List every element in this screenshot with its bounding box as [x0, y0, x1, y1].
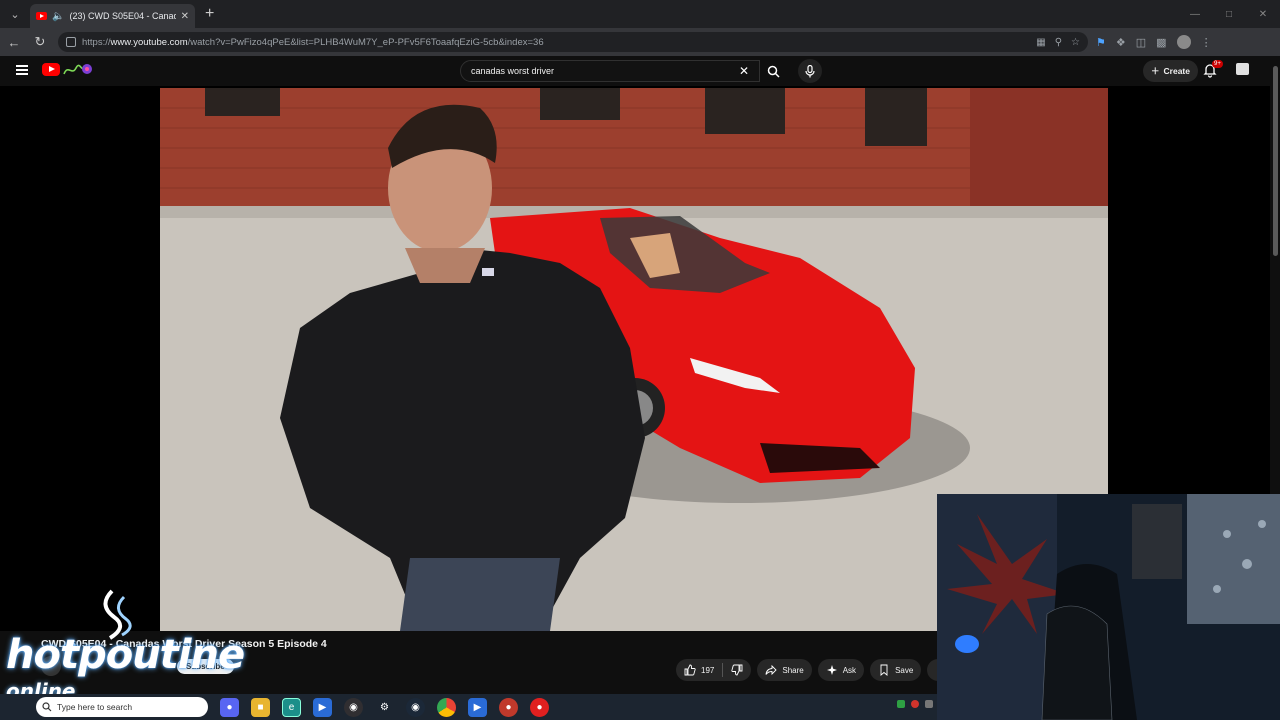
system-tray [897, 700, 933, 708]
media-app-icon[interactable]: ▶ [468, 697, 487, 717]
ask-label: Ask [842, 665, 857, 675]
share-label: Share [782, 665, 804, 675]
browser-toolbar: ← ↻ https://www.youtube.com/watch?v=PwFi… [0, 28, 1280, 56]
tray-green-icon[interactable] [897, 700, 905, 708]
webcam-overlay [937, 494, 1280, 720]
chrome-icon[interactable] [437, 697, 456, 717]
screen: ⌄ 🔈 (23) CWD S05E04 - Canada's W ✕ + — □… [0, 0, 1280, 720]
youtube-header: canadas worst driver ✕ ＋ Create 9+ [0, 56, 1280, 86]
maximize-icon[interactable]: □ [1212, 0, 1246, 28]
like-dislike-pill: 197 [676, 659, 752, 681]
steam-icon[interactable]: ◉ [406, 697, 425, 717]
tray-red-icon[interactable] [911, 700, 919, 708]
site-info-icon[interactable] [66, 37, 76, 47]
search-input[interactable]: canadas worst driver ✕ [460, 60, 760, 82]
share-arrow-icon [765, 664, 777, 676]
new-tab-button[interactable]: + [205, 5, 214, 23]
share-button[interactable]: Share [757, 659, 812, 681]
url-host: www.youtube.com [110, 36, 188, 48]
file-explorer-icon[interactable]: ■ [251, 697, 270, 717]
scrollbar-thumb[interactable] [1273, 66, 1278, 256]
search-button[interactable] [758, 60, 788, 82]
youtube-logo-icon[interactable] [42, 63, 60, 76]
tray-gray-icon[interactable] [925, 700, 933, 708]
discord-icon[interactable]: ● [220, 697, 239, 717]
extension-icon[interactable]: ⚑ [1096, 36, 1106, 49]
ask-button[interactable]: Ask [817, 659, 865, 681]
url-prefix: https:// [82, 36, 111, 48]
reload-icon[interactable]: ↻ [28, 30, 52, 54]
save-button[interactable]: Save [870, 659, 922, 681]
dislike-button[interactable] [723, 659, 751, 681]
collections-icon[interactable]: ▩ [1156, 36, 1166, 49]
taskbar-apps: ● ■ e ▶ ◉ ⚙ ◉ ▶ ● ● [220, 697, 549, 717]
notifications-count-badge: 9+ [1212, 60, 1223, 68]
taskbar-search-placeholder: Type here to search [57, 702, 133, 712]
thumbs-down-icon [731, 664, 743, 676]
voice-search-button[interactable] [798, 59, 822, 83]
search-query: canadas worst driver [471, 66, 555, 76]
plus-icon: ＋ [1151, 66, 1160, 76]
address-bar[interactable]: https://www.youtube.com/watch?v=PwFizo4q… [58, 32, 1088, 52]
favorite-star-icon[interactable]: ☆ [1071, 37, 1080, 48]
app-blue-icon[interactable]: ▶ [313, 697, 332, 717]
clear-search-icon[interactable]: ✕ [739, 64, 749, 78]
tab-title: (23) CWD S05E04 - Canada's W [69, 11, 175, 21]
browser-tab[interactable]: 🔈 (23) CWD S05E04 - Canada's W ✕ [30, 4, 195, 28]
microphone-icon [805, 64, 815, 77]
taskbar-search-icon [42, 702, 52, 712]
window-controls: — □ ✕ [1178, 0, 1280, 28]
search-icon [767, 65, 780, 78]
overlay-brand-main: hotpoutine [6, 632, 245, 678]
minimize-icon[interactable]: — [1178, 0, 1212, 28]
browser-tab-strip: ⌄ 🔈 (23) CWD S05E04 - Canada's W ✕ + — □… [0, 0, 1280, 28]
url-path: /watch?v=PwFizo4qPeE&list=PLHB4WuM7Y_eP-… [187, 36, 544, 48]
split-screen-icon[interactable]: ◫ [1136, 36, 1146, 49]
obs-icon[interactable]: ◉ [344, 697, 363, 717]
windows-taskbar: Type here to search ● ■ e ▶ ◉ ⚙ ◉ ▶ ● ● [0, 694, 937, 720]
red-circle-app-icon[interactable]: ● [530, 697, 549, 717]
puzzle-extensions-icon[interactable]: ❖ [1116, 36, 1126, 49]
back-arrow-icon[interactable]: ← [2, 30, 26, 54]
youtube-doodle-logo[interactable] [62, 62, 92, 78]
create-button[interactable]: ＋ Create [1143, 60, 1198, 82]
gift-icon[interactable] [1236, 63, 1249, 75]
app-install-icon[interactable]: ▦ [1036, 37, 1045, 48]
close-window-icon[interactable]: ✕ [1246, 0, 1280, 28]
youtube-favicon-icon [36, 12, 47, 20]
profile-avatar[interactable] [1176, 35, 1191, 49]
like-count: 197 [701, 665, 715, 675]
sparkle-icon [826, 665, 837, 675]
bookmark-icon [880, 664, 888, 676]
save-label: Save [895, 665, 914, 675]
thumbs-up-icon [684, 664, 696, 676]
settings-gear-icon[interactable]: ⚙ [375, 698, 394, 717]
create-label: Create [1163, 66, 1190, 76]
menu-icon[interactable] [16, 65, 28, 75]
tab-search-chevron-icon[interactable]: ⌄ [4, 3, 26, 25]
edge-browser-icon[interactable]: e [282, 697, 301, 717]
close-tab-icon[interactable]: ✕ [181, 11, 189, 22]
record-app-icon[interactable]: ● [499, 697, 518, 717]
video-actions: 197 Share Ask Save D [676, 659, 952, 681]
speaker-icon[interactable]: 🔈 [52, 11, 64, 22]
taskbar-search-input[interactable]: Type here to search [36, 697, 208, 717]
more-menu-icon[interactable]: ⋮ [1201, 36, 1212, 49]
zoom-icon[interactable]: ⚲ [1055, 37, 1062, 48]
like-button[interactable]: 197 [676, 659, 722, 681]
